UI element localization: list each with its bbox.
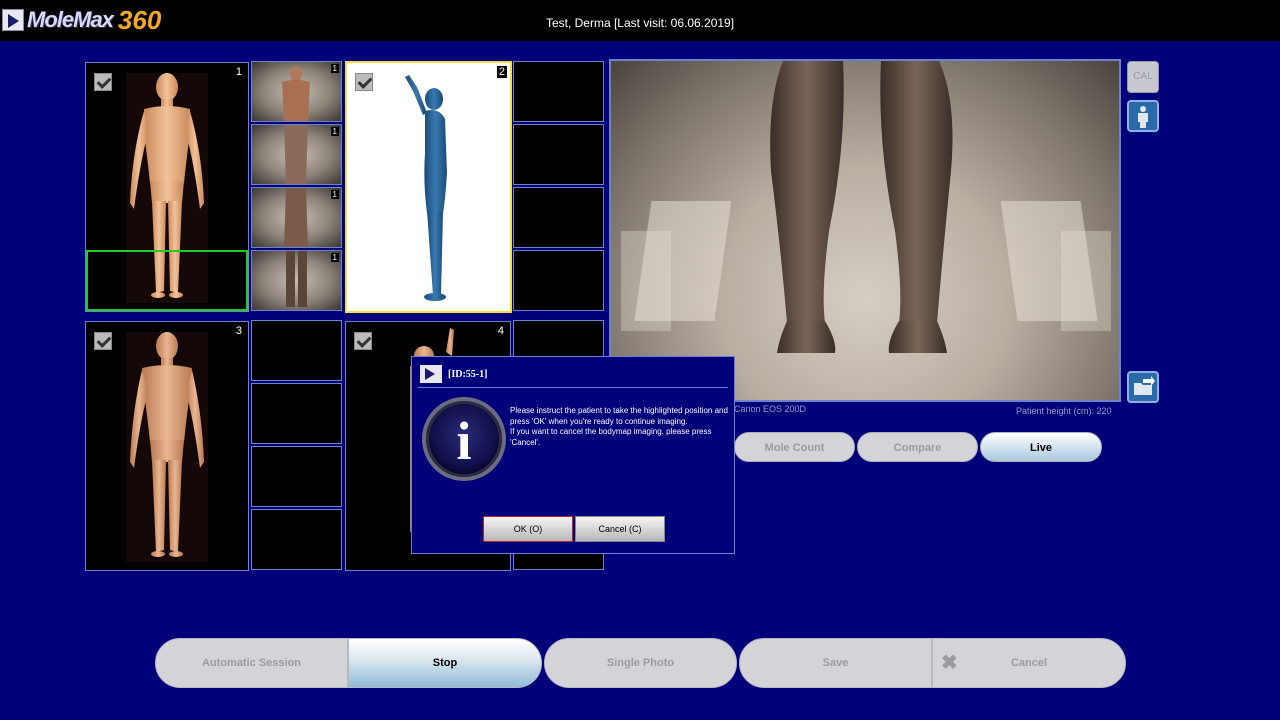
save-button[interactable]: Save xyxy=(739,638,932,688)
thumbnail-slot-empty[interactable] xyxy=(513,187,604,248)
body-figure-icon xyxy=(1138,106,1148,128)
thumbnail-slot-empty[interactable] xyxy=(251,446,342,507)
dialog-message-line-2: If you want to cancel the bodymap imagin… xyxy=(510,427,712,447)
dialog-message-line-1: Please instruct the patient to take the … xyxy=(510,406,728,426)
single-photo-button[interactable]: Single Photo xyxy=(544,638,737,688)
folder-export-icon xyxy=(1134,376,1155,395)
patient-height: Patient height (cm): 220 xyxy=(1016,406,1112,416)
thumbnail-figure xyxy=(282,66,310,121)
thumbnail-3-number: 1 xyxy=(330,190,339,199)
body-back-figure xyxy=(126,332,208,562)
thumbnail-figure xyxy=(284,188,308,247)
bodymap-panel-3[interactable]: 3 xyxy=(85,321,249,571)
thumbnail-4[interactable]: 1 xyxy=(251,250,342,311)
panel-2-number: 2 xyxy=(496,66,507,78)
panel-1-checkbox[interactable] xyxy=(94,73,112,91)
thumbnail-figure xyxy=(284,125,308,184)
panel-4-checkbox[interactable] xyxy=(354,332,372,350)
tab-compare[interactable]: Compare xyxy=(857,432,978,462)
panel-1-number: 1 xyxy=(235,66,242,78)
thumbnail-2-number: 1 xyxy=(330,127,339,136)
panel-3-checkbox[interactable] xyxy=(94,332,112,350)
export-button[interactable] xyxy=(1127,371,1159,403)
tab-live[interactable]: Live xyxy=(980,432,1102,462)
close-icon: ✖ xyxy=(941,652,958,674)
tab-mole-count[interactable]: Mole Count xyxy=(734,432,855,462)
ok-button[interactable]: OK (O) xyxy=(483,516,573,542)
logo-play-icon xyxy=(420,365,442,383)
thumbnail-slot-empty[interactable] xyxy=(513,250,604,311)
panel-4-number: 4 xyxy=(497,325,504,337)
stop-button[interactable]: Stop xyxy=(348,638,542,688)
body-figure-button[interactable] xyxy=(1127,100,1159,132)
dialog-divider xyxy=(418,387,728,388)
thumbnail-1[interactable]: 1 xyxy=(251,61,342,122)
thumbnail-slot-empty[interactable] xyxy=(513,61,604,122)
camera-live-view[interactable] xyxy=(609,59,1121,402)
cancel-dialog-button[interactable]: Cancel (C) xyxy=(575,516,665,542)
dialog-id: [ID:55-1] xyxy=(448,368,488,380)
thumbnail-slot-empty[interactable] xyxy=(513,124,604,185)
info-icon: i xyxy=(422,397,506,481)
highlight-region xyxy=(86,250,248,311)
dialog-header: [ID:55-1] xyxy=(420,365,487,383)
camera-legs-image xyxy=(621,61,1111,353)
thumbnail-4-number: 1 xyxy=(330,253,339,262)
body-side-figure xyxy=(405,75,447,301)
patient-title: Test, Derma [Last visit: 06.06.2019] xyxy=(545,16,735,30)
bodymap-panel-2[interactable]: 2 xyxy=(345,61,512,313)
title-bar: MoleMax 360 Test, Derma [Last visit: 06.… xyxy=(0,0,1280,41)
camera-model: Canon EOS 200D xyxy=(734,404,807,414)
thumbnail-3[interactable]: 1 xyxy=(251,187,342,248)
info-dialog: [ID:55-1] i Please instruct the patient … xyxy=(411,356,735,554)
panel-3-number: 3 xyxy=(235,325,242,337)
calibration-button[interactable]: CAL xyxy=(1127,61,1159,93)
dialog-message: Please instruct the patient to take the … xyxy=(510,406,734,448)
thumbnail-slot-empty[interactable] xyxy=(251,509,342,570)
thumbnail-1-number: 1 xyxy=(330,64,339,73)
cancel-label: Cancel xyxy=(1010,657,1048,669)
automatic-session-button[interactable]: Automatic Session xyxy=(155,638,348,688)
cancel-button[interactable]: ✖ Cancel xyxy=(932,638,1126,688)
thumbnail-figure xyxy=(286,251,307,307)
thumbnail-2[interactable]: 1 xyxy=(251,124,342,185)
thumbnail-slot-empty[interactable] xyxy=(251,383,342,444)
bodymap-panel-1[interactable]: 1 xyxy=(85,62,249,312)
thumbnail-slot-empty[interactable] xyxy=(251,320,342,381)
panel-2-checkbox[interactable] xyxy=(355,73,373,91)
